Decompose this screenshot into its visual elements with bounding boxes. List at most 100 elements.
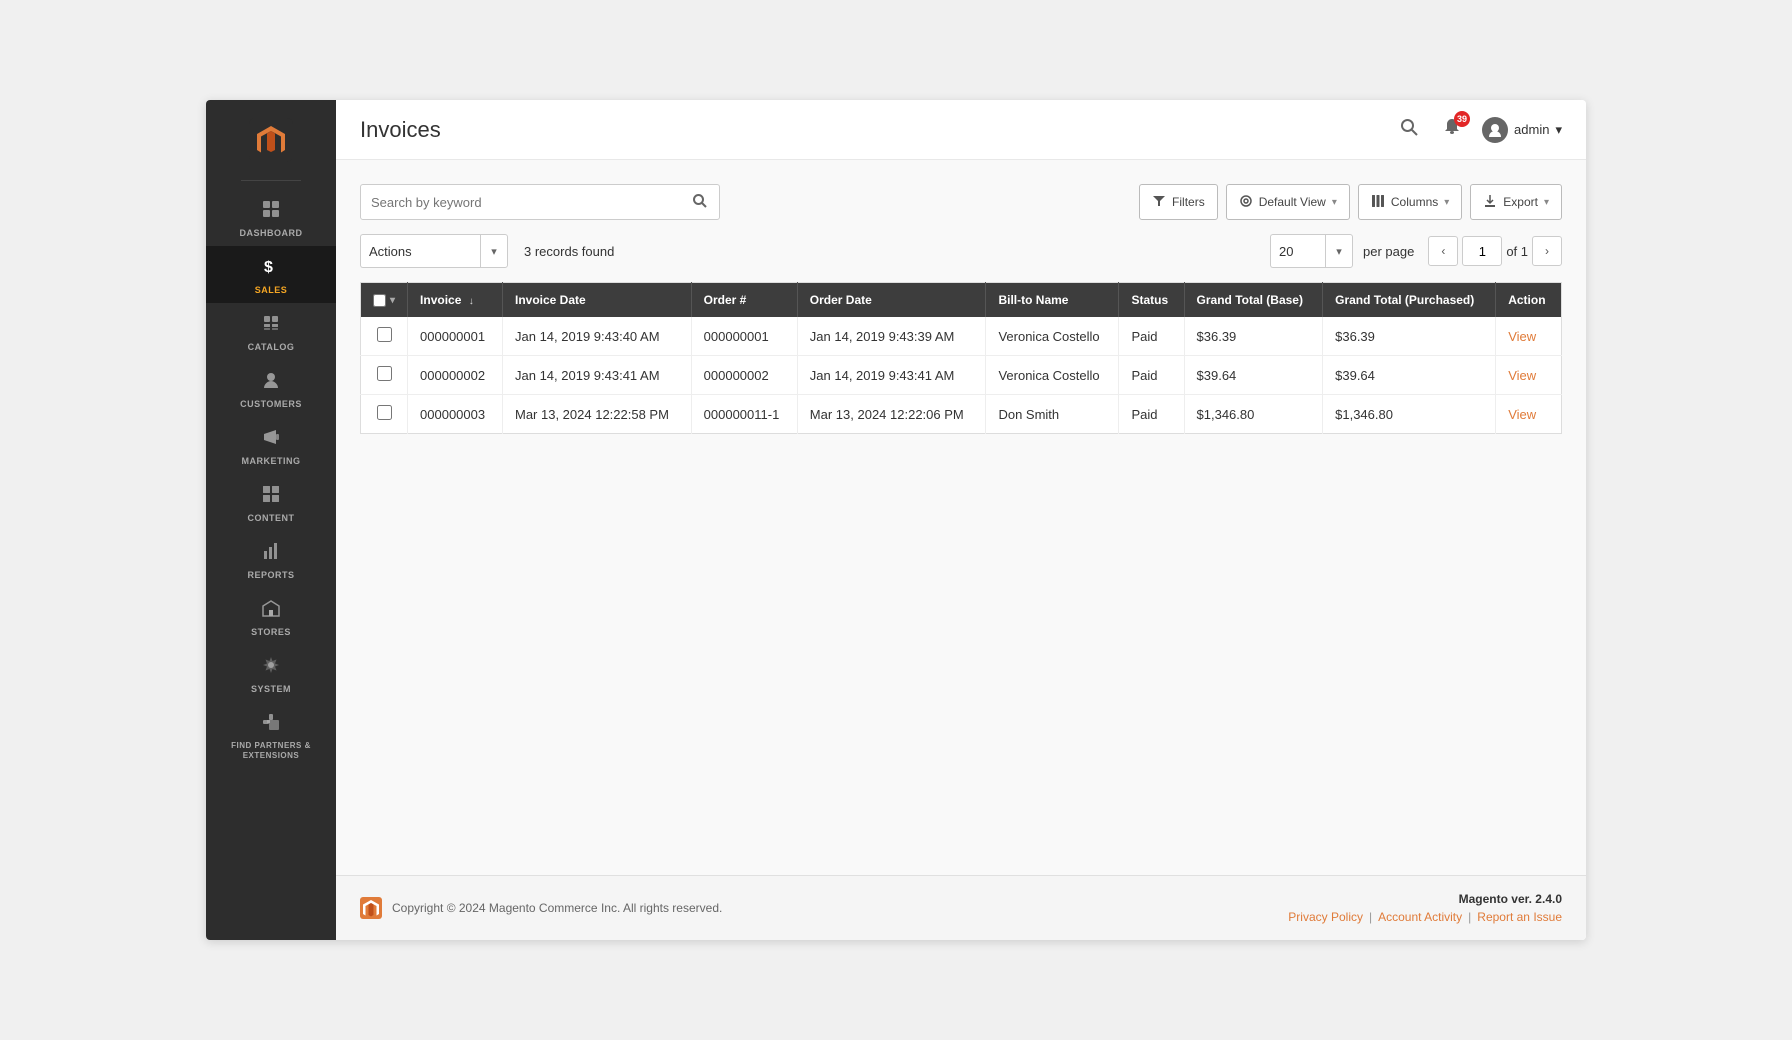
footer-sep-1: | bbox=[1369, 910, 1372, 924]
actions-caret-button[interactable]: ▾ bbox=[480, 234, 508, 268]
page-of-label: of 1 bbox=[1506, 244, 1528, 259]
row-checkbox-1[interactable] bbox=[377, 366, 392, 381]
sidebar-item-label-reports: REPORTS bbox=[247, 570, 294, 580]
table-row: 000000003 Mar 13, 2024 12:22:58 PM 00000… bbox=[361, 395, 1562, 434]
columns-button[interactable]: Columns ▾ bbox=[1358, 184, 1462, 220]
td-grand-total-purchased-2: $1,346.80 bbox=[1323, 395, 1496, 434]
footer-sep-2: | bbox=[1468, 910, 1471, 924]
logo-container bbox=[249, 100, 293, 176]
td-order-date-0: Jan 14, 2019 9:43:39 AM bbox=[797, 317, 986, 356]
svg-text:$: $ bbox=[264, 259, 273, 276]
footer-version-number: ver. 2.4.0 bbox=[1511, 892, 1562, 906]
td-order-date-1: Jan 14, 2019 9:43:41 AM bbox=[797, 356, 986, 395]
sidebar-item-system[interactable]: SYSTEM bbox=[206, 645, 336, 702]
account-activity-link[interactable]: Account Activity bbox=[1378, 910, 1462, 924]
sidebar-item-extensions[interactable]: FIND PARTNERS & EXTENSIONS bbox=[206, 702, 336, 768]
th-grand-total-base: Grand Total (Base) bbox=[1184, 283, 1323, 318]
per-page-wrapper: 20 ▾ bbox=[1270, 234, 1353, 268]
th-invoice-date: Invoice Date bbox=[503, 283, 692, 318]
td-checkbox-2 bbox=[361, 395, 408, 434]
row-checkbox-0[interactable] bbox=[377, 327, 392, 342]
search-box bbox=[360, 184, 720, 220]
td-checkbox-1 bbox=[361, 356, 408, 395]
search-input[interactable] bbox=[371, 195, 690, 210]
table-body: 000000001 Jan 14, 2019 9:43:40 AM 000000… bbox=[361, 317, 1562, 434]
table-row: 000000001 Jan 14, 2019 9:43:40 AM 000000… bbox=[361, 317, 1562, 356]
report-issue-link[interactable]: Report an Issue bbox=[1477, 910, 1562, 924]
td-bill-to-name-2: Don Smith bbox=[986, 395, 1119, 434]
table-header-row: ▾ Invoice ↓ Invoice Date Orde bbox=[361, 283, 1562, 318]
th-invoice[interactable]: Invoice ↓ bbox=[408, 283, 503, 318]
sidebar-item-label-system: SYSTEM bbox=[251, 684, 291, 694]
td-status-0: Paid bbox=[1119, 317, 1184, 356]
default-view-label: Default View bbox=[1259, 195, 1326, 209]
sidebar-item-sales[interactable]: $ SALES bbox=[206, 246, 336, 303]
footer-version: Magento ver. 2.4.0 bbox=[1288, 892, 1562, 906]
td-invoice-1: 000000002 bbox=[408, 356, 503, 395]
row-checkbox-2[interactable] bbox=[377, 405, 392, 420]
sidebar-item-catalog[interactable]: CATALOG bbox=[206, 303, 336, 360]
sidebar-item-content[interactable]: CONTENT bbox=[206, 474, 336, 531]
th-action: Action bbox=[1496, 283, 1562, 318]
td-status-2: Paid bbox=[1119, 395, 1184, 434]
sidebar-item-dashboard[interactable]: DASHBOARD bbox=[206, 189, 336, 246]
page-next-button[interactable]: › bbox=[1532, 236, 1562, 266]
actions-select[interactable]: Actions bbox=[360, 234, 480, 268]
th-grand-total-purchased-label: Grand Total (Purchased) bbox=[1335, 293, 1474, 307]
sidebar-item-label-sales: SALES bbox=[255, 285, 288, 295]
customers-icon bbox=[261, 370, 281, 395]
sales-icon: $ bbox=[261, 256, 281, 281]
sidebar-item-reports[interactable]: REPORTS bbox=[206, 531, 336, 588]
th-bill-to-name: Bill-to Name bbox=[986, 283, 1119, 318]
action-view-link-1[interactable]: View bbox=[1508, 368, 1536, 383]
export-icon bbox=[1483, 194, 1497, 211]
th-grand-total-base-label: Grand Total (Base) bbox=[1197, 293, 1303, 307]
select-all-checkbox[interactable] bbox=[373, 294, 386, 307]
pagination-right: 20 ▾ per page ‹ of 1 › bbox=[1270, 234, 1562, 268]
td-order-date-2: Mar 13, 2024 12:22:06 PM bbox=[797, 395, 986, 434]
footer-version-brand: Magento bbox=[1459, 892, 1508, 906]
admin-menu-button[interactable]: admin ▾ bbox=[1482, 117, 1562, 143]
td-status-1: Paid bbox=[1119, 356, 1184, 395]
th-order-date-label: Order Date bbox=[810, 293, 872, 307]
td-grand-total-purchased-0: $36.39 bbox=[1323, 317, 1496, 356]
per-page-select[interactable]: 20 bbox=[1270, 234, 1325, 268]
th-action-label: Action bbox=[1508, 293, 1545, 307]
sort-arrow-icon: ↓ bbox=[469, 296, 474, 307]
sidebar-item-marketing[interactable]: MARKETING bbox=[206, 417, 336, 474]
notification-button[interactable]: 39 bbox=[1438, 113, 1466, 146]
sidebar-item-label-content: CONTENT bbox=[248, 513, 295, 523]
sidebar-item-label-stores: STORES bbox=[251, 627, 291, 637]
magento-logo bbox=[249, 118, 293, 162]
default-view-caret-icon: ▾ bbox=[1332, 197, 1337, 208]
page-prev-button[interactable]: ‹ bbox=[1428, 236, 1458, 266]
export-button[interactable]: Export ▾ bbox=[1470, 184, 1562, 220]
default-view-button[interactable]: Default View ▾ bbox=[1226, 184, 1350, 220]
top-header: Invoices 39 bbox=[336, 100, 1586, 160]
toolbar-row: Filters Default View ▾ bbox=[360, 184, 1562, 220]
sidebar-item-label-dashboard: DASHBOARD bbox=[240, 228, 303, 238]
page-number-input[interactable] bbox=[1462, 236, 1502, 266]
actions-select-wrapper: Actions ▾ bbox=[360, 234, 508, 268]
th-order-date: Order Date bbox=[797, 283, 986, 318]
export-label: Export bbox=[1503, 195, 1538, 209]
action-view-link-2[interactable]: View bbox=[1508, 407, 1536, 422]
sidebar-item-customers[interactable]: CUSTOMERS bbox=[206, 360, 336, 417]
header-search-button[interactable] bbox=[1396, 114, 1422, 145]
th-bill-to-name-label: Bill-to Name bbox=[998, 293, 1068, 307]
privacy-policy-link[interactable]: Privacy Policy bbox=[1288, 910, 1363, 924]
footer-right: Magento ver. 2.4.0 Privacy Policy | Acco… bbox=[1288, 892, 1562, 924]
action-view-link-0[interactable]: View bbox=[1508, 329, 1536, 344]
footer-links: Privacy Policy | Account Activity | Repo… bbox=[1288, 910, 1562, 924]
search-submit-button[interactable] bbox=[690, 191, 709, 214]
filters-button[interactable]: Filters bbox=[1139, 184, 1218, 220]
th-invoice-label: Invoice bbox=[420, 293, 461, 307]
per-page-caret-button[interactable]: ▾ bbox=[1325, 234, 1353, 268]
sidebar: DASHBOARD $ SALES bbox=[206, 100, 336, 940]
td-grand-total-base-1: $39.64 bbox=[1184, 356, 1323, 395]
sidebar-item-stores[interactable]: STORES bbox=[206, 588, 336, 645]
sidebar-item-label-catalog: CATALOG bbox=[248, 342, 295, 352]
stores-icon bbox=[261, 598, 281, 623]
view-icon bbox=[1239, 194, 1253, 211]
notification-badge: 39 bbox=[1454, 111, 1470, 127]
